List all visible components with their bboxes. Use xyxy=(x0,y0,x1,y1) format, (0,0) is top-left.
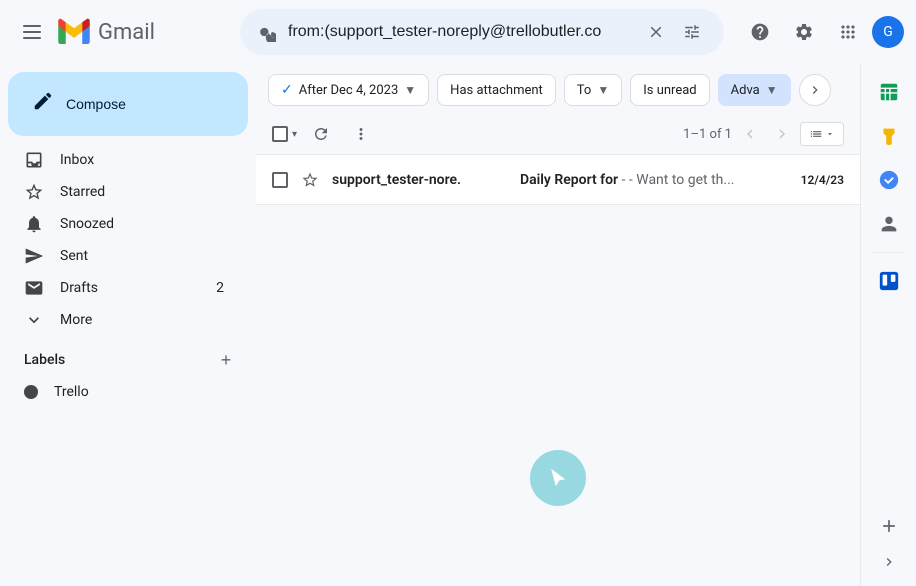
hamburger-menu-button[interactable] xyxy=(12,12,52,52)
apps-add-button[interactable] xyxy=(873,510,905,542)
apps-chevron-button[interactable] xyxy=(873,546,905,578)
sidebar-item-inbox[interactable]: Inbox xyxy=(0,144,240,176)
search-options-button[interactable] xyxy=(676,16,708,48)
chip-date[interactable]: ✓ After Dec 4, 2023 ▼ xyxy=(268,74,429,106)
topbar-left: Gmail xyxy=(12,12,232,52)
sidebar-item-sent[interactable]: Sent xyxy=(0,240,240,272)
list-more-button[interactable] xyxy=(345,118,377,150)
email-list: support_tester-nore. Daily Report for - … xyxy=(256,155,860,371)
sidebar: Compose Inbox Starred Snoozed Sent xyxy=(0,64,256,586)
chip-unread-label: Is unread xyxy=(643,83,696,98)
main-layout: Compose Inbox Starred Snoozed Sent xyxy=(0,64,916,586)
starred-label: Starred xyxy=(60,184,224,200)
sidebar-item-starred[interactable]: Starred xyxy=(0,176,240,208)
subject-text: Daily Report for xyxy=(520,172,618,188)
chip-to-arrow: ▼ xyxy=(597,83,609,97)
sidebar-item-more[interactable]: More xyxy=(0,304,240,336)
topbar: Gmail G xyxy=(0,0,916,64)
drafts-label: Drafts xyxy=(60,280,200,296)
filter-bar: ✓ After Dec 4, 2023 ▼ Has attachment To … xyxy=(256,64,860,114)
chip-date-arrow: ▼ xyxy=(404,83,416,97)
app-contacts-button[interactable] xyxy=(869,204,909,244)
help-button[interactable] xyxy=(740,12,780,52)
chip-to-label: To xyxy=(577,83,592,98)
subject-preview: - Want to get th... xyxy=(629,172,735,188)
email-checkbox[interactable] xyxy=(272,172,288,188)
pagination: 1–1 of 1 xyxy=(683,120,844,148)
sent-label: Sent xyxy=(60,248,224,264)
refresh-button[interactable] xyxy=(305,118,337,150)
email-list-area: support_tester-nore. Daily Report for - … xyxy=(256,155,860,586)
label-item-trello[interactable]: Trello xyxy=(0,376,240,408)
search-icon xyxy=(256,22,276,42)
pagination-next-button[interactable] xyxy=(768,120,796,148)
more-label: More xyxy=(60,312,224,328)
pagination-text: 1–1 of 1 xyxy=(683,127,732,142)
apps-sidebar xyxy=(860,64,916,586)
avatar[interactable]: G xyxy=(872,16,904,48)
chip-advanced[interactable]: Adva ▼ xyxy=(718,74,791,106)
sidebar-item-snoozed[interactable]: Snoozed xyxy=(0,208,240,240)
email-sender: support_tester-nore. xyxy=(332,172,512,188)
add-label-button[interactable]: + xyxy=(212,346,240,374)
gmail-logo-icon xyxy=(56,14,92,50)
chip-attachment[interactable]: Has attachment xyxy=(437,74,556,106)
compose-button[interactable]: Compose xyxy=(8,72,248,136)
chip-date-label: After Dec 4, 2023 xyxy=(299,83,399,98)
email-subject: Daily Report for - - Want to get th... xyxy=(520,172,793,188)
inbox-icon xyxy=(24,150,44,170)
search-input[interactable] xyxy=(288,23,640,41)
subject-separator: - xyxy=(622,172,629,188)
loading-spinner xyxy=(530,450,586,506)
app-tasks-button[interactable] xyxy=(869,160,909,200)
gmail-logo: Gmail xyxy=(56,14,155,50)
compose-icon xyxy=(32,90,54,118)
app-trello-button[interactable] xyxy=(869,261,909,301)
select-all-wrap: ▾ xyxy=(272,126,297,142)
select-dropdown-arrow[interactable]: ▾ xyxy=(292,129,297,140)
labels-section: Labels + Trello xyxy=(0,336,256,416)
list-toolbar: ▾ 1–1 of 1 xyxy=(256,114,860,155)
chip-unread[interactable]: Is unread xyxy=(630,74,709,106)
right-panel: ✓ After Dec 4, 2023 ▼ Has attachment To … xyxy=(256,64,860,586)
chip-advanced-arrow: ▼ xyxy=(766,83,778,97)
view-options-button[interactable] xyxy=(800,122,844,146)
app-sheets-button[interactable] xyxy=(869,72,909,112)
apps-divider xyxy=(873,252,905,253)
snoozed-icon xyxy=(24,214,44,234)
snoozed-label: Snoozed xyxy=(60,216,224,232)
more-icon xyxy=(24,310,44,330)
labels-header: Labels + xyxy=(0,344,256,376)
gmail-logo-text: Gmail xyxy=(98,20,155,45)
label-name-trello: Trello xyxy=(54,384,89,400)
inbox-label: Inbox xyxy=(60,152,224,168)
compose-label: Compose xyxy=(66,96,126,112)
label-dot-trello xyxy=(24,385,38,399)
drafts-badge: 2 xyxy=(216,280,224,296)
select-all-checkbox[interactable] xyxy=(272,126,288,142)
sent-icon xyxy=(24,246,44,266)
search-bar xyxy=(240,9,724,55)
spinner-area xyxy=(256,371,860,586)
topbar-right: G xyxy=(740,12,904,52)
chip-more-button[interactable] xyxy=(799,74,831,106)
star-button[interactable] xyxy=(296,166,324,194)
cursor-icon xyxy=(550,468,566,488)
apps-button[interactable] xyxy=(828,12,868,52)
sidebar-item-drafts[interactable]: Drafts 2 xyxy=(0,272,240,304)
chip-attachment-label: Has attachment xyxy=(450,83,543,98)
chip-to[interactable]: To ▼ xyxy=(564,74,622,106)
starred-icon xyxy=(24,182,44,202)
chip-advanced-label: Adva xyxy=(731,83,760,98)
email-date: 12/4/23 xyxy=(801,173,844,187)
pagination-prev-button[interactable] xyxy=(736,120,764,148)
app-keep-button[interactable] xyxy=(869,116,909,156)
table-row[interactable]: support_tester-nore. Daily Report for - … xyxy=(256,155,860,205)
search-clear-button[interactable] xyxy=(640,16,672,48)
chip-check-icon: ✓ xyxy=(281,82,293,98)
settings-button[interactable] xyxy=(784,12,824,52)
labels-title: Labels xyxy=(24,352,65,368)
drafts-icon xyxy=(24,278,44,298)
